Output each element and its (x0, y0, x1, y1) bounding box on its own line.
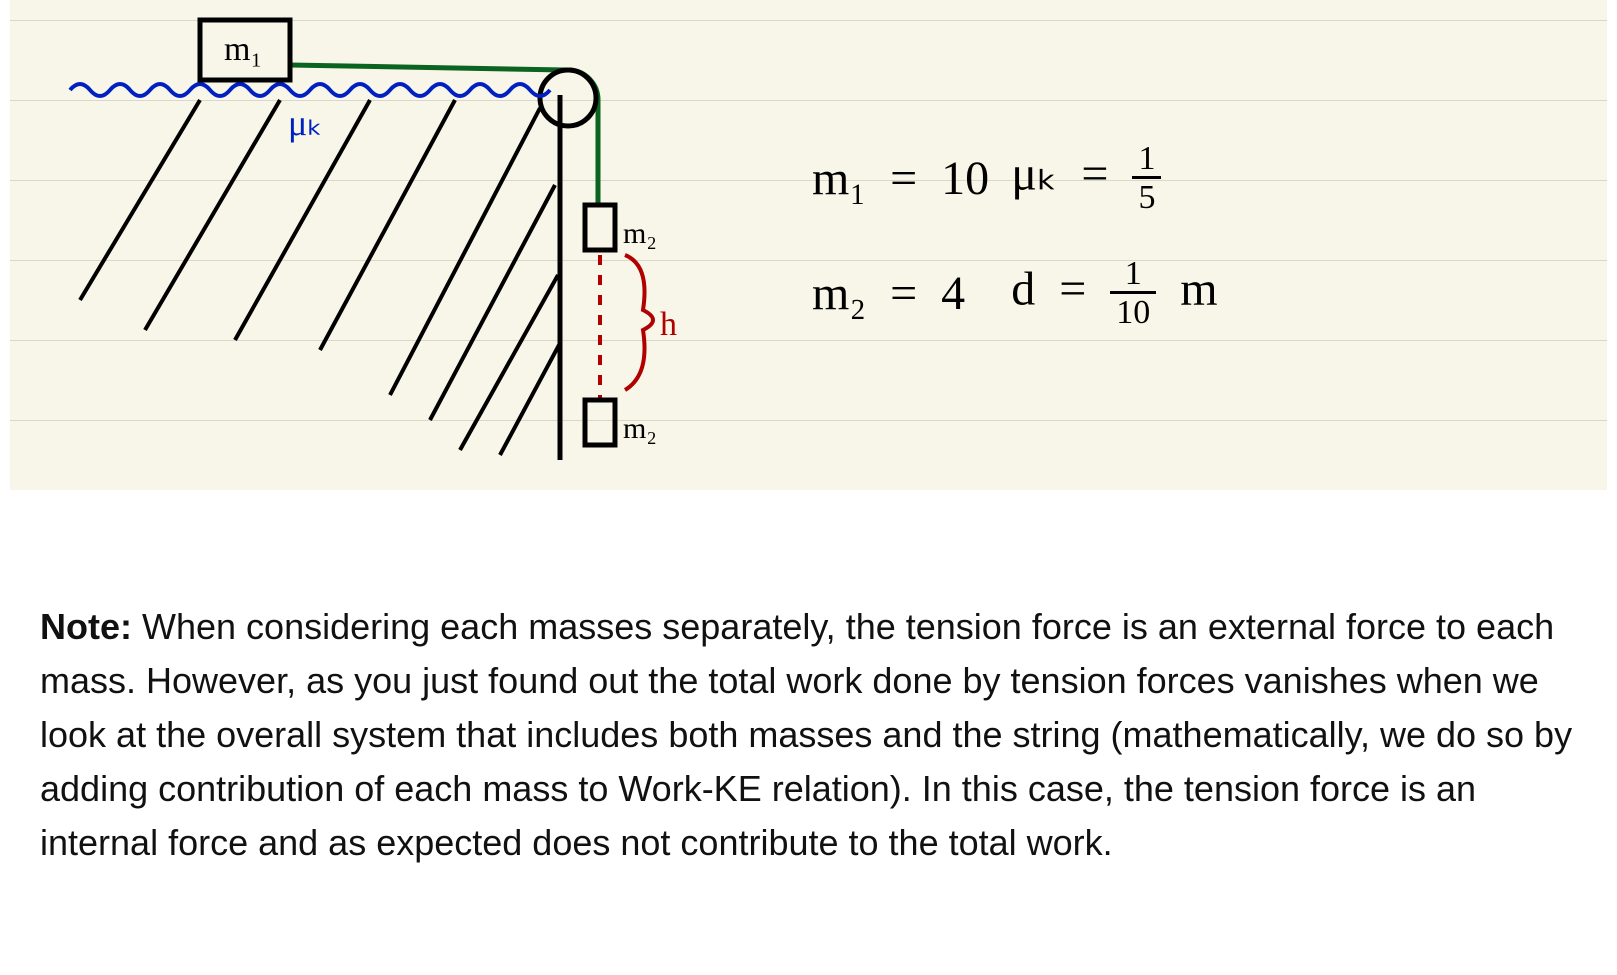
label-h: h (660, 306, 677, 343)
sym-m1: m₁ (812, 152, 866, 205)
label-m2-upper: m₂ (623, 217, 657, 250)
label-m2-lower: m₂ (623, 412, 657, 445)
label-m1: m₁ (224, 31, 262, 68)
sym-muk: μₖ (1011, 148, 1057, 201)
note-lead: Note: (40, 606, 132, 647)
pulley-diagram: m₁ μₖ m₂ h m₂ (10, 0, 730, 490)
explanatory-note: Note: When considering each masses separ… (40, 600, 1580, 870)
lined-sketch-area: m₁ μₖ m₂ h m₂ m₁ = 10 μₖ = 15 (10, 0, 1607, 490)
given-values: m₁ = 10 μₖ = 15 m₂ = 4 d = 110 m (810, 130, 1240, 362)
sym-m2: m₂ (812, 267, 866, 320)
sym-d: d (1011, 263, 1035, 316)
label-muk: μₖ (288, 103, 323, 143)
note-body: When considering each masses separately,… (40, 606, 1572, 863)
